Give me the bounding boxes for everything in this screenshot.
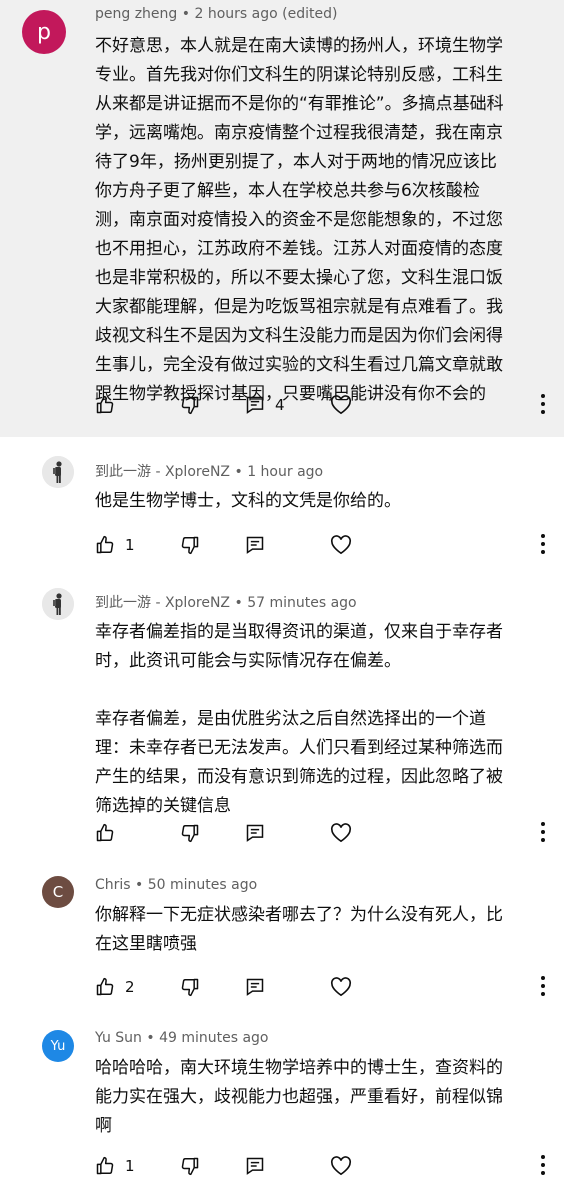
heart-button[interactable]	[330, 972, 352, 1002]
thumbs-up-icon	[96, 535, 114, 554]
comment-time: 49 minutes ago	[159, 1030, 269, 1046]
comment-text: 幸存者偏差指的是当取得资讯的渠道，仅来自于幸存者 时，此资讯可能会与实际情况存在…	[95, 622, 503, 816]
more-options-icon[interactable]	[540, 822, 546, 844]
avatar[interactable]	[42, 456, 74, 488]
heart-button[interactable]	[330, 530, 352, 560]
comment-text: 不好意思，本人就是在南大读博的扬州人，环境生物学 专业。首先我对你们文科生的阴谋…	[95, 36, 504, 404]
comment-text: 哈哈哈哈，南大环境生物学培养中的博士生，查资料的 能力实在强大，歧视能力也超强，…	[95, 1058, 503, 1136]
avatar[interactable]: p	[22, 10, 66, 54]
heart-button[interactable]	[330, 818, 352, 848]
reply-button[interactable]: 4	[245, 390, 285, 420]
more-options-icon[interactable]	[540, 394, 546, 416]
comment-item: Yu Yu Sun • 49 minutes ago 哈哈哈哈，南大环境生物学培…	[0, 1000, 564, 1200]
comment-time: 50 minutes ago	[147, 877, 258, 893]
heart-button[interactable]	[330, 1151, 352, 1181]
like-button[interactable]: 1	[95, 530, 135, 560]
reply-icon	[246, 978, 264, 996]
meta-separator: •	[234, 464, 248, 480]
reply-button[interactable]	[245, 818, 265, 848]
avatar[interactable]: C	[42, 876, 74, 908]
hiker-avatar-icon	[42, 588, 74, 620]
dislike-button[interactable]	[180, 530, 200, 560]
author-name[interactable]: 到此一游 - XploreNZ	[95, 595, 230, 611]
comment-actions: 4	[0, 390, 564, 420]
comment-time: 2 hours ago (edited)	[194, 6, 338, 22]
comment-meta: 到此一游 - XploreNZ • 1 hour ago	[95, 461, 323, 481]
comment-meta: peng zheng • 2 hours ago (edited)	[95, 6, 337, 22]
author-name[interactable]: Yu Sun	[95, 1030, 142, 1046]
reply-icon	[246, 536, 264, 554]
like-button[interactable]	[95, 390, 115, 420]
meta-separator: •	[181, 6, 195, 22]
comment-item: 到此一游 - XploreNZ • 57 minutes ago 幸存者偏差指的…	[0, 580, 564, 860]
reply-icon	[246, 396, 264, 414]
thumbs-down-icon	[181, 396, 199, 415]
comment-text: 他是生物学博士，文科的文凭是你给的。	[95, 491, 401, 511]
reply-icon	[246, 1157, 264, 1175]
reply-button[interactable]	[245, 1151, 265, 1181]
author-name[interactable]: Chris	[95, 877, 131, 893]
comment-meta: Yu Sun • 49 minutes ago	[95, 1030, 269, 1046]
author-name[interactable]: 到此一游 - XploreNZ	[95, 464, 230, 480]
comment-item: p peng zheng • 2 hours ago (edited) 不好意思…	[0, 0, 564, 437]
dislike-button[interactable]	[180, 972, 200, 1002]
comment-meta: Chris • 50 minutes ago	[95, 877, 257, 893]
comment-meta: 到此一游 - XploreNZ • 57 minutes ago	[95, 592, 357, 612]
like-count: 1	[125, 1157, 135, 1175]
comment-item: C Chris • 50 minutes ago 你解释一下无症状感染者哪去了？…	[0, 860, 564, 1000]
heart-icon	[330, 395, 352, 415]
reply-icon	[246, 824, 264, 842]
comment-actions	[0, 818, 564, 848]
heart-button[interactable]	[330, 390, 352, 420]
hiker-avatar-icon	[42, 456, 74, 488]
avatar-letter: C	[52, 883, 64, 901]
thumbs-up-icon	[96, 395, 114, 414]
reply-button[interactable]	[245, 530, 265, 560]
comment-item: 到此一游 - XploreNZ • 1 hour ago 他是生物学博士，文科的…	[0, 440, 564, 580]
heart-icon	[330, 823, 352, 843]
thumbs-down-icon	[181, 978, 199, 997]
dislike-button[interactable]	[180, 818, 200, 848]
thumbs-down-icon	[181, 824, 199, 843]
comment-time: 1 hour ago	[247, 464, 324, 480]
like-button[interactable]: 1	[95, 1151, 135, 1181]
heart-icon	[330, 535, 352, 555]
thumbs-up-icon	[96, 977, 114, 996]
meta-separator: •	[234, 595, 248, 611]
like-count: 1	[125, 536, 135, 554]
heart-icon	[330, 977, 352, 997]
more-options-icon[interactable]	[540, 534, 546, 556]
thumbs-up-icon	[96, 1156, 114, 1175]
comment-actions: 1	[0, 1151, 564, 1181]
reply-button[interactable]	[245, 972, 265, 1002]
dislike-button[interactable]	[180, 390, 200, 420]
like-button[interactable]: 2	[95, 972, 135, 1002]
avatar[interactable]	[42, 588, 74, 620]
avatar[interactable]: Yu	[42, 1030, 74, 1062]
comment-actions: 1	[0, 530, 564, 560]
thumbs-down-icon	[181, 536, 199, 555]
heart-icon	[330, 1156, 352, 1176]
avatar-letter: p	[37, 19, 51, 45]
comment-time: 57 minutes ago	[247, 595, 357, 611]
like-count: 2	[125, 978, 135, 996]
thumbs-down-icon	[181, 1157, 199, 1176]
dislike-button[interactable]	[180, 1151, 200, 1181]
author-name[interactable]: peng zheng	[95, 6, 177, 22]
meta-separator: •	[135, 877, 148, 893]
avatar-letter: Yu	[50, 1038, 66, 1054]
comment-actions: 2	[0, 972, 564, 1002]
more-options-icon[interactable]	[540, 976, 546, 998]
like-button[interactable]	[95, 818, 115, 848]
comment-text: 你解释一下无症状感染者哪去了？为什么没有死人，比 在这里瞎喷强	[95, 905, 503, 954]
reply-count: 4	[275, 396, 285, 414]
more-options-icon[interactable]	[540, 1155, 546, 1177]
thumbs-up-icon	[96, 823, 114, 842]
meta-separator: •	[146, 1030, 160, 1046]
